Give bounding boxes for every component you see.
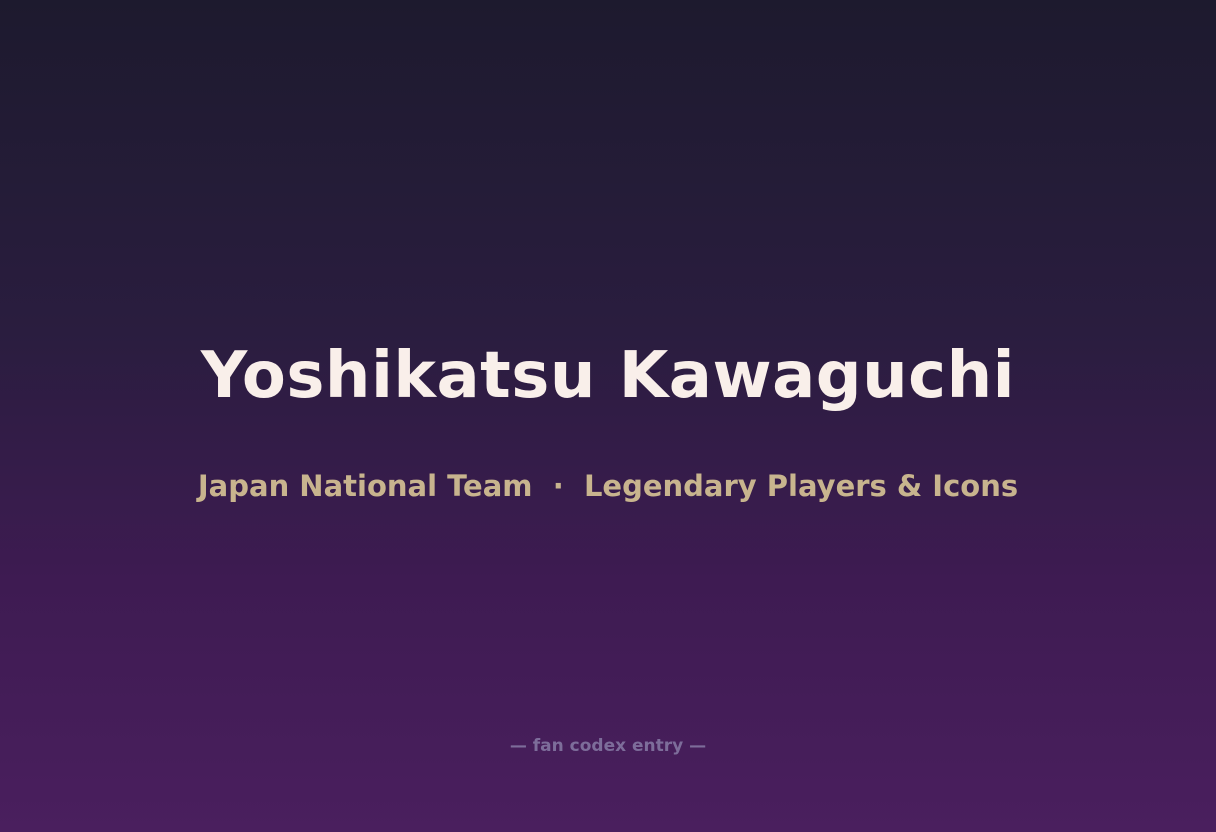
page-title: Yoshikatsu Kawaguchi [200, 339, 1016, 413]
subtitle-separator: · [552, 469, 564, 503]
subtitle-category: Legendary Players & Icons [583, 469, 1019, 503]
footer-caption: — fan codex entry — [509, 736, 707, 756]
subtitle-team: Japan National Team [197, 469, 533, 503]
subtitle: Japan National Team · Legendary Players … [0, 466, 1216, 506]
